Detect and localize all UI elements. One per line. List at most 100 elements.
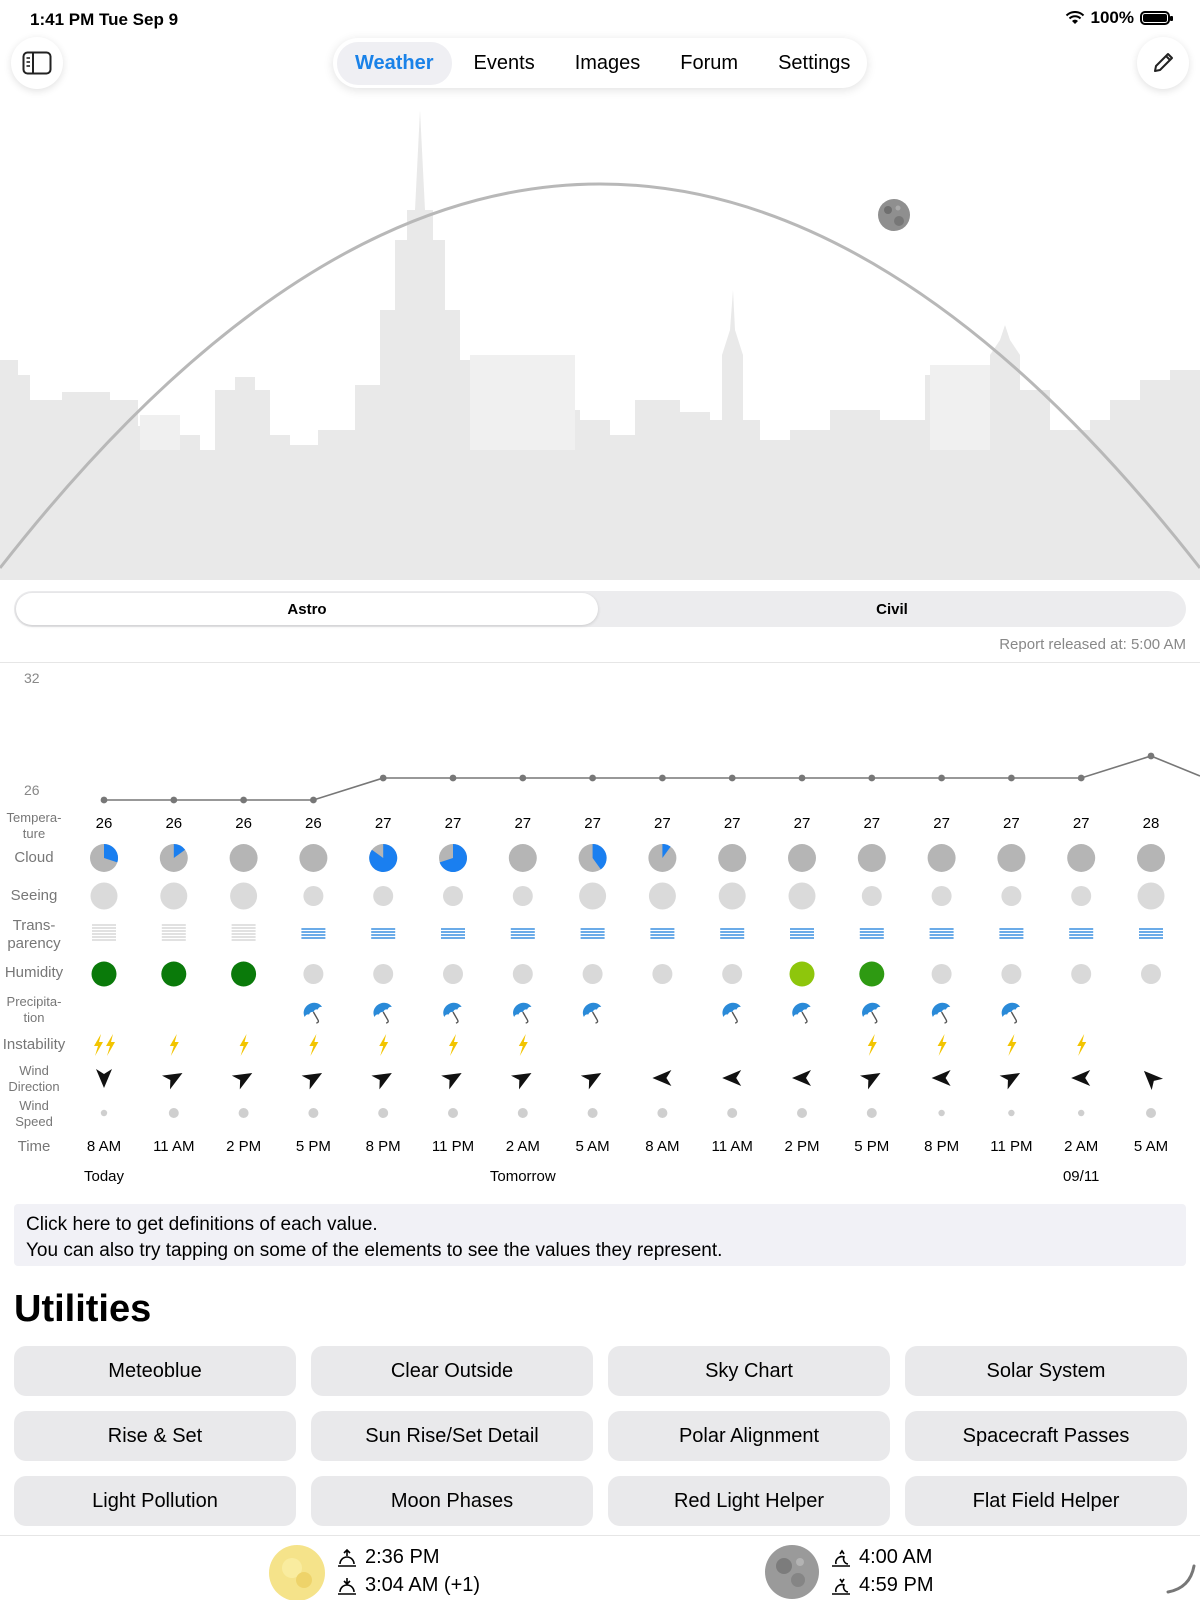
- humidity-icon: [443, 964, 463, 984]
- time-label: 2 PM: [784, 1138, 820, 1155]
- sunset-row: 3:04 AM (+1): [337, 1574, 480, 1597]
- astro-segment[interactable]: Astro: [16, 593, 598, 625]
- time-label: 5 AM: [575, 1138, 610, 1155]
- sky-chart-button[interactable]: Sky Chart: [608, 1346, 890, 1396]
- status-date: Tue Sep 9: [99, 10, 179, 29]
- umbrella-icon: [862, 1002, 881, 1024]
- wind-direction-icon: [580, 1073, 602, 1090]
- wind-speed-icon: [797, 1108, 807, 1118]
- spacecraft-passes-button[interactable]: Spacecraft Passes: [905, 1411, 1187, 1461]
- forecast-icons[interactable]: [0, 830, 1200, 1130]
- wind-direction-icon: [301, 1073, 323, 1090]
- tab-settings[interactable]: Settings: [760, 42, 868, 85]
- umbrella-icon: [931, 1002, 951, 1024]
- wind-speed-icon: [100, 1109, 108, 1117]
- time-label: 8 AM: [645, 1138, 680, 1155]
- flat-field-helper-button[interactable]: Flat Field Helper: [905, 1476, 1187, 1526]
- seeing-icon: [1001, 886, 1022, 906]
- temperature-point: [449, 774, 457, 782]
- sun-rise-set-detail-button[interactable]: Sun Rise/Set Detail: [311, 1411, 593, 1461]
- moonset-icon: [832, 1578, 850, 1595]
- wifi-icon: [1065, 11, 1084, 24]
- humidity-icon: [722, 964, 743, 984]
- red-light-helper-button[interactable]: Red Light Helper: [608, 1476, 890, 1526]
- lightning-icon: [1077, 1034, 1087, 1056]
- humidity-icon: [931, 964, 952, 984]
- utilities-grid: Meteoblue Clear Outside Sky Chart Solar …: [14, 1346, 1187, 1526]
- wind-direction-icon: [999, 1073, 1021, 1090]
- seeing-icon: [861, 886, 882, 906]
- cloud-cover-icon: [299, 844, 328, 872]
- light-pollution-button[interactable]: Light Pollution: [14, 1476, 296, 1526]
- time-label: 5 PM: [854, 1138, 890, 1155]
- temperature-point: [938, 774, 945, 782]
- twilight-mode-segmented-control: Astro Civil: [14, 591, 1186, 627]
- lightning-icon: [309, 1034, 319, 1056]
- moon-phases-button[interactable]: Moon Phases: [311, 1476, 593, 1526]
- wind-speed-icon: [378, 1108, 389, 1118]
- umbrella-icon: [1001, 1002, 1021, 1024]
- lightning-icon: [379, 1034, 389, 1056]
- temperature-point: [868, 774, 876, 782]
- humidity-icon: [652, 964, 673, 984]
- civil-segment[interactable]: Civil: [600, 593, 1184, 625]
- sunset-time: 3:04 AM (+1): [365, 1574, 481, 1596]
- cloud-cover-icon: [508, 844, 537, 872]
- tab-images[interactable]: Images: [557, 42, 659, 85]
- edit-button[interactable]: [1137, 37, 1189, 89]
- resize-handle-icon[interactable]: [1164, 1562, 1196, 1594]
- temperature-point: [170, 796, 178, 804]
- transparency-icon: [790, 928, 814, 939]
- wind-speed-icon: [1078, 1109, 1085, 1117]
- tab-events[interactable]: Events: [456, 42, 553, 85]
- humidity-icon: [1071, 964, 1092, 984]
- temperature-point: [589, 774, 596, 782]
- transparency-icon: [650, 928, 675, 939]
- wind-direction-icon: [931, 1070, 951, 1086]
- temperature-point: [659, 774, 666, 782]
- transparency-icon: [580, 928, 605, 939]
- temperature-point: [1147, 752, 1155, 760]
- tab-weather[interactable]: Weather: [337, 41, 452, 85]
- wind-direction-icon: [231, 1073, 253, 1090]
- row-label-time: Time: [17, 1138, 51, 1155]
- meteoblue-button[interactable]: Meteoblue: [14, 1346, 296, 1396]
- temperature-point: [100, 796, 108, 804]
- time-label: 8 AM: [86, 1138, 122, 1155]
- temperature-point: [519, 774, 527, 782]
- temperature-point: [1077, 774, 1085, 782]
- umbrella-icon: [373, 1002, 392, 1024]
- polar-alignment-button[interactable]: Polar Alignment: [608, 1411, 890, 1461]
- info-line-1: Click here to get definitions of each va…: [26, 1214, 378, 1235]
- moonset-row: 4:59 PM: [831, 1574, 933, 1597]
- definitions-info-box[interactable]: Click here to get definitions of each va…: [14, 1204, 1186, 1266]
- lightning-icon: [94, 1034, 103, 1056]
- temperature-point: [379, 774, 387, 782]
- status-indicators: 100%: [1065, 8, 1173, 28]
- wind-speed-icon: [1146, 1108, 1156, 1118]
- wind-speed-icon: [517, 1108, 528, 1118]
- wind-speed-icon: [727, 1108, 738, 1118]
- seeing-icon: [230, 882, 258, 910]
- humidity-icon: [789, 961, 815, 987]
- cloud-cover-icon: [1067, 844, 1096, 872]
- solar-system-button[interactable]: Solar System: [905, 1346, 1187, 1396]
- sunrise-time: 2:36 PM: [365, 1546, 440, 1568]
- time-label: 2 PM: [226, 1138, 262, 1155]
- lightning-icon: [518, 1034, 528, 1056]
- temperature-point: [798, 774, 806, 782]
- wind-speed-icon: [238, 1108, 249, 1118]
- rise-set-button[interactable]: Rise & Set: [14, 1411, 296, 1461]
- sidebar-toggle-button[interactable]: [11, 37, 63, 89]
- transparency-icon: [929, 928, 954, 939]
- clear-outside-button[interactable]: Clear Outside: [311, 1346, 593, 1396]
- wind-speed-icon: [866, 1108, 877, 1118]
- time-label: 11 AM: [711, 1138, 753, 1155]
- umbrella-icon: [792, 1002, 811, 1024]
- transparency-icon: [999, 928, 1024, 939]
- seeing-icon: [160, 882, 188, 910]
- battery-percent: 100%: [1090, 8, 1134, 27]
- moonrise-time: 4:00 AM: [859, 1546, 933, 1568]
- wind-direction-icon: [162, 1073, 183, 1090]
- tab-forum[interactable]: Forum: [662, 42, 756, 85]
